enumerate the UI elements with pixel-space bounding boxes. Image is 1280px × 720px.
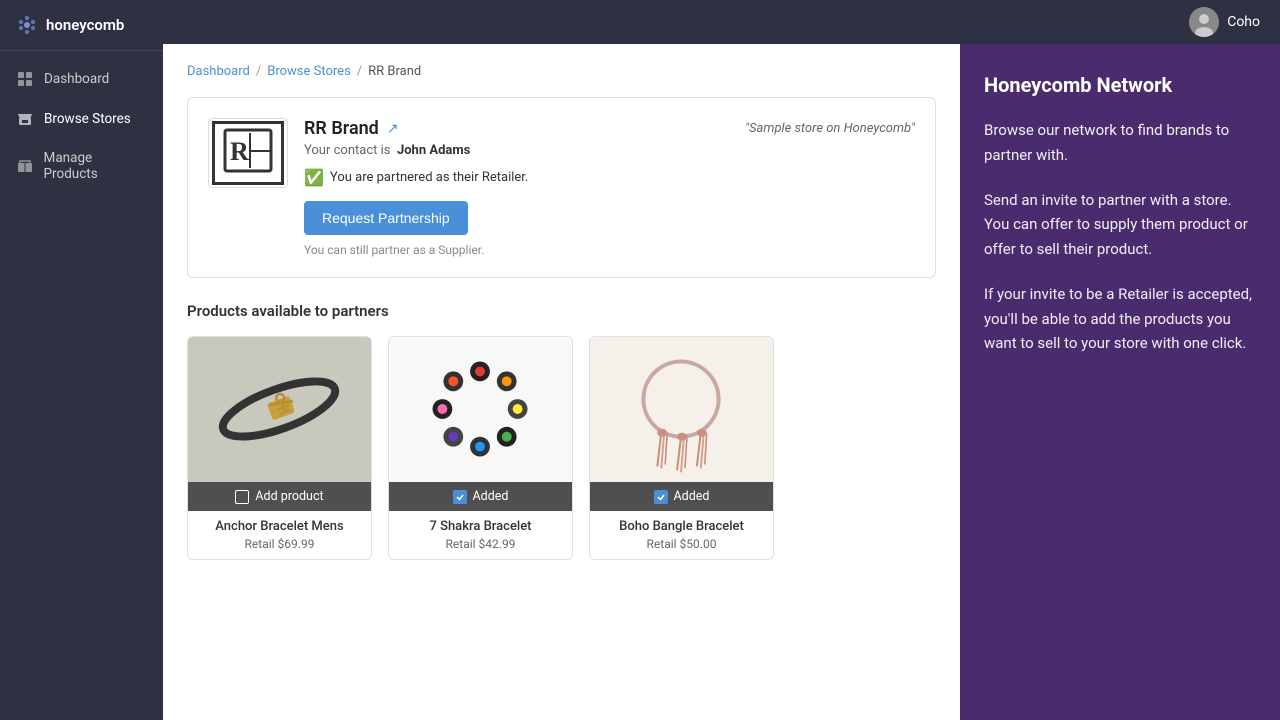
product-action-bar-1[interactable]: Add product	[188, 482, 371, 511]
logo-icon	[16, 14, 38, 36]
breadcrumb-sep-2: /	[357, 64, 362, 79]
store-sample-label: "Sample store on Honeycomb"	[745, 121, 915, 136]
main-wrapper: Coho Dashboard / Browse Stores / RR Bran…	[163, 0, 1280, 720]
added-checkbox-2[interactable]	[453, 490, 467, 504]
topbar: Coho	[163, 0, 1280, 44]
product-action-bar-3[interactable]: Added	[590, 482, 773, 511]
topbar-user[interactable]: Coho	[1189, 7, 1260, 37]
product-details-3: Boho Bangle Bracelet Retail $50.00	[590, 511, 773, 559]
store-name-row: RR Brand ↗ "Sample store on Honeycomb"	[304, 118, 915, 139]
add-product-label-1: Add product	[255, 489, 323, 504]
products-grid: Add product Anchor Bracelet Mens Retail …	[187, 336, 936, 560]
sidebar-item-browse-stores-label: Browse Stores	[44, 111, 131, 127]
box-icon	[16, 157, 34, 175]
store-logo-text: R	[212, 121, 284, 185]
svg-text:R: R	[230, 137, 249, 166]
added-label-2: Added	[473, 489, 509, 504]
sidebar-item-manage-products-label: Manage Products	[44, 150, 147, 182]
breadcrumb-current: RR Brand	[368, 64, 421, 79]
request-partnership-button[interactable]: Request Partnership	[304, 201, 468, 235]
breadcrumb: Dashboard / Browse Stores / RR Brand	[187, 64, 936, 79]
store-icon	[16, 110, 34, 128]
breadcrumb-dashboard[interactable]: Dashboard	[187, 64, 250, 79]
product-card-2: Added 7 Shakra Bracelet Retail $42.99	[388, 336, 573, 560]
right-panel-p3: If your invite to be a Retailer is accep…	[984, 282, 1256, 356]
right-panel: Honeycomb Network Browse our network to …	[960, 44, 1280, 720]
external-link-icon[interactable]: ↗	[387, 121, 399, 137]
product-image-1	[188, 337, 371, 482]
product-name-3: Boho Bangle Bracelet	[600, 519, 763, 534]
product-name-2: 7 Shakra Bracelet	[399, 519, 562, 534]
store-logo: R	[208, 118, 288, 188]
product-name-1: Anchor Bracelet Mens	[198, 519, 361, 534]
store-partnered: ✅ You are partnered as their Retailer.	[304, 168, 915, 187]
right-panel-p2: Send an invite to partner with a store. …	[984, 188, 1256, 262]
product-details-1: Anchor Bracelet Mens Retail $69.99	[188, 511, 371, 559]
app-logo[interactable]: honeycomb	[0, 0, 163, 51]
sidebar-item-dashboard[interactable]: Dashboard	[0, 59, 163, 99]
sidebar-item-dashboard-label: Dashboard	[44, 71, 109, 87]
username: Coho	[1227, 14, 1260, 30]
product-image-3	[590, 337, 773, 482]
breadcrumb-browse-stores[interactable]: Browse Stores	[267, 64, 351, 79]
right-panel-p1: Browse our network to find brands to par…	[984, 118, 1256, 168]
main-content: Dashboard / Browse Stores / RR Brand R	[163, 44, 960, 720]
store-card: R RR Brand ↗ "Sample store on Honeycomb"	[187, 97, 936, 278]
added-checkbox-3[interactable]	[654, 490, 668, 504]
product-price-1: Retail $69.99	[198, 537, 361, 551]
add-checkbox-1[interactable]	[235, 490, 249, 504]
dashboard-icon	[16, 70, 34, 88]
store-contact: Your contact is John Adams	[304, 143, 915, 158]
products-section-title: Products available to partners	[187, 302, 936, 320]
products-section: Products available to partners	[187, 302, 936, 560]
sidebar-item-browse-stores[interactable]: Browse Stores	[0, 99, 163, 139]
contact-prefix: Your contact is	[304, 143, 390, 158]
sidebar-item-manage-products[interactable]: Manage Products	[0, 139, 163, 193]
product-card-3: Added Boho Bangle Bracelet Retail $50.00	[589, 336, 774, 560]
product-price-3: Retail $50.00	[600, 537, 763, 551]
product-price-2: Retail $42.99	[399, 537, 562, 551]
added-label-3: Added	[674, 489, 710, 504]
store-name: RR Brand	[304, 118, 379, 139]
sidebar-nav: Dashboard Browse Stores Manage Product	[0, 51, 163, 201]
app-name: honeycomb	[46, 16, 124, 34]
content-area: Dashboard / Browse Stores / RR Brand R	[163, 44, 1280, 720]
store-info: RR Brand ↗ "Sample store on Honeycomb" Y…	[304, 118, 915, 257]
supplier-note: You can still partner as a Supplier.	[304, 243, 915, 257]
contact-name: John Adams	[397, 143, 470, 158]
partnered-text: You are partnered as their Retailer.	[330, 170, 528, 185]
store-header: R RR Brand ↗ "Sample store on Honeycomb"	[208, 118, 915, 257]
product-image-2	[389, 337, 572, 482]
sidebar: honeycomb Dashboard Browse	[0, 0, 163, 720]
product-card-1: Add product Anchor Bracelet Mens Retail …	[187, 336, 372, 560]
product-action-bar-2[interactable]: Added	[389, 482, 572, 511]
check-circle-icon: ✅	[304, 168, 324, 187]
right-panel-title: Honeycomb Network	[984, 72, 1256, 98]
product-details-2: 7 Shakra Bracelet Retail $42.99	[389, 511, 572, 559]
avatar	[1189, 7, 1219, 37]
breadcrumb-sep-1: /	[256, 64, 261, 79]
